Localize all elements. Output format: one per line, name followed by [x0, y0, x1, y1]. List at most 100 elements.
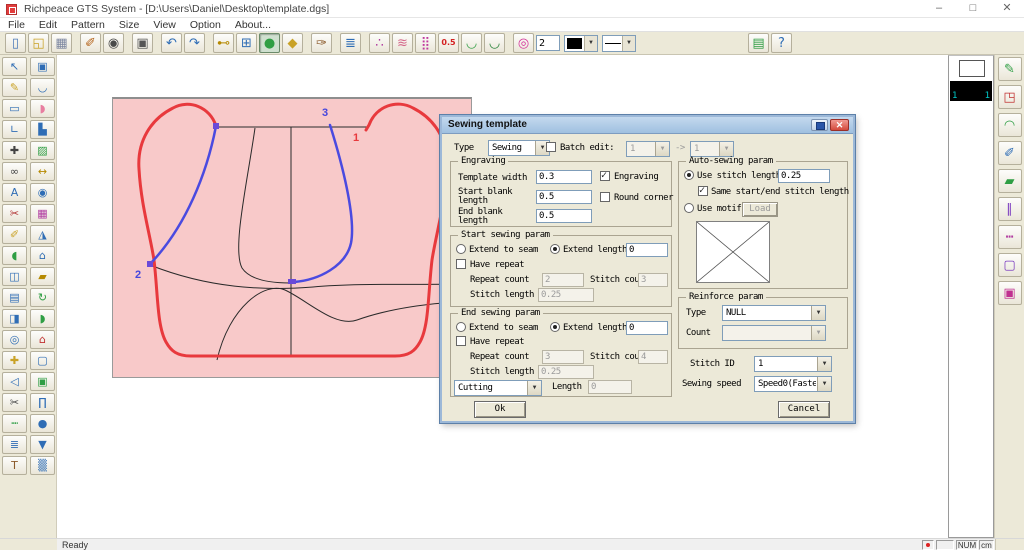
reinforce-type-arrow-icon[interactable]: ▼	[811, 306, 825, 320]
curve-node-marker[interactable]	[288, 279, 296, 284]
tool-curtain[interactable]: ▒	[30, 456, 55, 475]
tool-button-hole[interactable]: ◉	[30, 183, 55, 202]
dye-bucket-button[interactable]: ◆	[282, 33, 303, 53]
cancel-button[interactable]: Cancel	[778, 401, 830, 418]
menu-about[interactable]: About...	[235, 19, 271, 31]
end-have-repeat-checkbox[interactable]	[456, 336, 466, 346]
dialog-close-button[interactable]: ✕	[830, 119, 849, 131]
ok-button[interactable]: Ok	[474, 401, 526, 418]
tool-spacing[interactable]: ↔	[30, 162, 55, 181]
tool-dotted-line[interactable]: ┅	[997, 225, 1022, 249]
tool-pleats-2[interactable]: ◨	[2, 309, 27, 328]
node-link-button[interactable]: ≣	[340, 33, 361, 53]
tool-machine-red[interactable]: ⌂	[30, 330, 55, 349]
tool-letter-a[interactable]: A	[2, 183, 27, 202]
close-button[interactable]: ✕	[990, 0, 1024, 18]
start-extend-length-radio[interactable]	[550, 244, 560, 254]
tool-corner-curve[interactable]: ∟	[2, 120, 27, 139]
tool-letter-t[interactable]: T	[2, 456, 27, 475]
tool-panel[interactable]: ▤	[2, 288, 27, 307]
menu-option[interactable]: Option	[190, 19, 221, 31]
tool-scissors[interactable]: ✂	[2, 393, 27, 412]
selected-curve-left[interactable]	[149, 124, 218, 265]
color-wheel-button[interactable]: ◎	[513, 33, 534, 53]
start-extend-length-input[interactable]	[626, 243, 668, 257]
tool-stitch-dashes[interactable]: ┉	[2, 414, 27, 433]
stitch-id-arrow-icon[interactable]: ▼	[817, 357, 831, 371]
tool-pattern-pen[interactable]: ✎	[997, 57, 1022, 81]
measure-button[interactable]: ⊷	[213, 33, 234, 53]
tool-rect-nodes[interactable]: ▣	[30, 57, 55, 76]
tool-image[interactable]: ▨	[30, 141, 55, 160]
tool-rectangle[interactable]: ▭	[2, 99, 27, 118]
tool-boot-gear[interactable]: ●	[30, 414, 55, 433]
tool-bag[interactable]: ◖	[2, 246, 27, 265]
scatter-chart-button[interactable]: ∴	[369, 33, 390, 53]
tool-pleats[interactable]: ◫	[2, 267, 27, 286]
batch-edit-checkbox[interactable]	[546, 142, 556, 152]
tool-pattern-pin[interactable]: ✐	[997, 141, 1022, 165]
tool-pattern-piece[interactable]: ▰	[997, 169, 1022, 193]
end-mode-select[interactable]: Cutting ▼	[454, 380, 542, 396]
use-stitch-length-radio[interactable]	[684, 170, 694, 180]
menu-size[interactable]: Size	[119, 19, 139, 31]
line-style-select-arrow-icon[interactable]: ▼	[622, 35, 635, 51]
fill-shape-button[interactable]: ●	[259, 33, 280, 53]
stitch-length-05-button[interactable]: 0.5	[438, 33, 459, 53]
brush-button[interactable]: ✑	[311, 33, 332, 53]
tool-frame-grid[interactable]: ▦	[30, 204, 55, 223]
engraving-checkbox[interactable]	[600, 170, 610, 181]
maximize-button[interactable]: □	[956, 0, 990, 18]
curve-node-marker[interactable]	[147, 261, 153, 267]
tool-pencil[interactable]: ✎	[2, 78, 27, 97]
pattern-outline[interactable]	[137, 102, 449, 358]
tool-triangle-nodes[interactable]: ◮	[30, 225, 55, 244]
tool-sewing-machine[interactable]: ⌂	[30, 246, 55, 265]
reinforce-type-select[interactable]: NULL ▼	[722, 305, 826, 321]
tool-blob[interactable]: ◗	[30, 99, 55, 118]
end-extend-seam-radio[interactable]	[456, 322, 466, 332]
minimize-button[interactable]: –	[922, 0, 956, 18]
tool-rotate[interactable]: ↻	[30, 288, 55, 307]
color-select[interactable]: ▼	[564, 34, 598, 52]
tool-folder-shapes[interactable]: ◳	[997, 85, 1022, 109]
tool-boot[interactable]: ▙	[30, 120, 55, 139]
tool-washer[interactable]: ▣	[30, 372, 55, 391]
pattern-list-selected-row[interactable]: 1 1	[950, 81, 992, 101]
tool-monitor-pattern[interactable]: ▢	[997, 253, 1022, 277]
tool-spiral[interactable]: ◎	[2, 330, 27, 349]
curve-u-button[interactable]: ◡	[461, 33, 482, 53]
use-motif-radio[interactable]	[684, 203, 694, 213]
start-blank-input[interactable]	[536, 190, 592, 204]
start-extend-seam-radio[interactable]	[456, 244, 466, 254]
menu-edit[interactable]: Edit	[39, 19, 57, 31]
help-button[interactable]: ?	[771, 33, 792, 53]
color-select-arrow-icon[interactable]: ▼	[584, 35, 597, 51]
save-button[interactable]: ▦	[51, 33, 72, 53]
tool-seam-column[interactable]: ≣	[2, 435, 27, 454]
pattern-thumbnail[interactable]	[959, 60, 985, 77]
auto-stitch-length-input[interactable]	[778, 169, 830, 183]
tool-marker[interactable]: ✐	[2, 225, 27, 244]
stitch-id-select[interactable]: 1 ▼	[754, 356, 832, 372]
dot-grid-button[interactable]: ⣿	[415, 33, 436, 53]
menu-pattern[interactable]: Pattern	[71, 19, 105, 31]
tool-rect-nodes-2[interactable]: ▢	[30, 351, 55, 370]
tool-shirt[interactable]: ▼	[30, 435, 55, 454]
end-extend-length-radio[interactable]	[550, 322, 560, 332]
sewing-speed-arrow-icon[interactable]: ▼	[817, 377, 831, 391]
camera-button[interactable]: ◉	[103, 33, 124, 53]
press-frame-button[interactable]: ▣	[132, 33, 153, 53]
tool-bag-dark[interactable]: ◗	[30, 309, 55, 328]
tool-scissors-query[interactable]: ✂	[2, 204, 27, 223]
tool-glasses[interactable]: ∞	[2, 162, 27, 181]
correction-pen-button[interactable]: ✐	[80, 33, 101, 53]
sewing-speed-select[interactable]: Speed0(Faste ▼	[754, 376, 832, 392]
end-blank-input[interactable]	[536, 209, 592, 223]
menu-file[interactable]: File	[8, 19, 25, 31]
tool-column-pair[interactable]: ∥	[997, 197, 1022, 221]
template-width-input[interactable]	[536, 170, 592, 184]
round-corner-checkbox[interactable]	[600, 192, 610, 202]
tool-pocket[interactable]: ◡	[30, 78, 55, 97]
tool-curve-outline[interactable]: ◠	[997, 113, 1022, 137]
